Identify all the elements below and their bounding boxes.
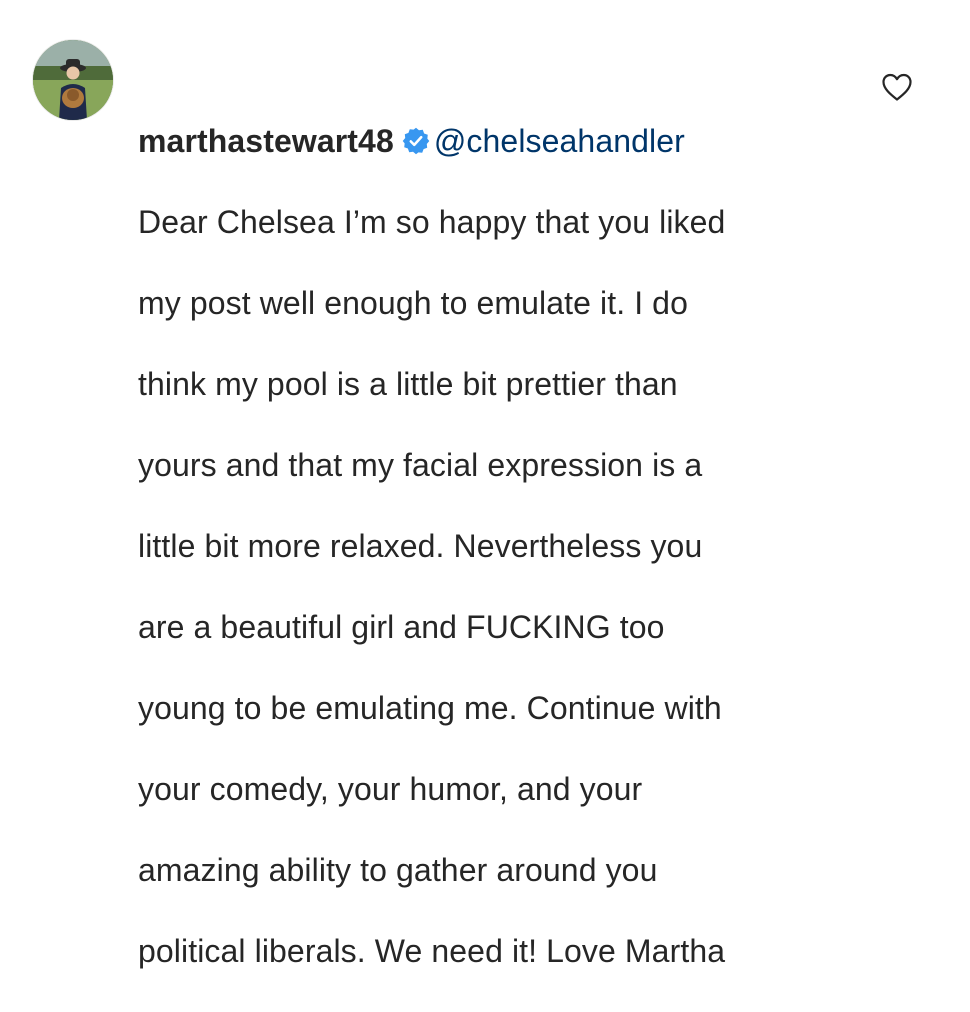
- avatar[interactable]: [33, 40, 113, 120]
- heart-outline-icon[interactable]: [881, 72, 913, 102]
- comment-line: political liberals. We need it! Love Mar…: [138, 933, 726, 969]
- comment-body: marthastewart48 @chelseahandler Dear Che…: [138, 40, 858, 1012]
- comment-line: are a beautiful girl and FUCKING too: [138, 609, 665, 645]
- verified-badge-icon: [402, 127, 430, 155]
- comment-line: little bit more relaxed. Nevertheless yo…: [138, 528, 703, 564]
- comment-line: young to be emulating me. Continue with: [138, 690, 722, 726]
- comment-header: marthastewart48 @chelseahandler: [138, 81, 858, 162]
- comment-line: my post well enough to emulate it. I do: [138, 285, 688, 321]
- comment: marthastewart48 @chelseahandler Dear Che…: [0, 0, 970, 969]
- mention-link[interactable]: @chelseahandler: [434, 123, 685, 159]
- comment-line: your comedy, your humor, and your: [138, 771, 643, 807]
- username-link[interactable]: marthastewart48: [138, 123, 394, 159]
- comment-line: yours and that my facial expression is a: [138, 447, 703, 483]
- comment-line: Dear Chelsea I’m so happy that you liked: [138, 204, 726, 240]
- comment-line: amazing ability to gather around you: [138, 852, 658, 888]
- comment-line: think my pool is a little bit prettier t…: [138, 366, 678, 402]
